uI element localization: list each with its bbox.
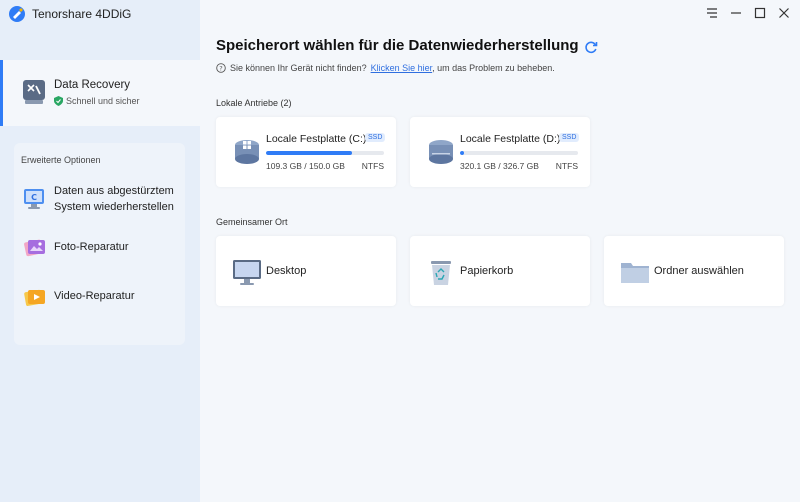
nav-system-recovery[interactable]: C Daten aus abgestürztem System wiederhe… [14,183,185,215]
app-logo-icon [9,6,25,22]
advanced-options-panel: Erweiterte Optionen C Daten aus abgestür… [14,143,185,345]
system-recovery-line1: Daten aus abgestürztem [54,185,174,197]
nav-data-recovery[interactable]: Data Recovery Schnell und sicher [0,60,200,126]
drive-filesystem: NTFS [361,161,384,171]
drive-card-d[interactable]: Locale Festplatte (D:) SSD 320.1 GB / 32… [410,117,590,187]
question-icon: ? [216,63,226,73]
windows-drive-icon [235,140,259,164]
location-desktop[interactable]: Desktop [216,236,396,306]
maximize-icon [754,7,766,19]
drive-card-c[interactable]: Locale Festplatte (C:) SSD 109.3 GB / 15… [216,117,396,187]
system-recovery-line2: System wiederherstellen [54,201,174,213]
svg-text:?: ? [219,64,222,72]
minimize-button[interactable] [727,4,745,22]
active-indicator [0,60,3,126]
recycle-bin-icon [431,261,451,285]
location-select-folder[interactable]: Ordner auswählen [604,236,784,306]
close-icon [779,8,789,18]
drive-name: Locale Festplatte (C:) [266,133,367,145]
location-recycle-bin[interactable]: Papierkorb [410,236,590,306]
svg-text:C: C [31,193,37,202]
advanced-options-heading: Erweiterte Optionen [21,155,101,165]
nav-photo-repair[interactable]: Foto-Reparatur [14,235,185,259]
app-name: Tenorshare 4DDiG [32,7,132,21]
refresh-icon[interactable] [584,40,598,54]
recovery-tools-icon [23,80,45,104]
shared-location-heading: Gemeinsamer Ort [216,217,288,227]
minimize-icon [731,12,741,14]
system-recovery-label: Daten aus abgestürztem System wiederhers… [54,183,174,215]
drive-filesystem: NTFS [555,161,578,171]
brand: Tenorshare 4DDiG [8,5,131,23]
drive-size: 320.1 GB / 326.7 GB [460,161,539,171]
drive-icon [429,140,453,164]
video-repair-label: Video-Reparatur [54,290,135,302]
ssd-badge: SSD [365,133,386,142]
local-drives-heading: Lokale Antriebe (2) [216,98,292,108]
nav-title: Data Recovery [54,79,131,91]
usage-bar [460,151,578,155]
help-suffix: , um das Problem zu beheben. [432,63,555,73]
nav-subtitle: Schnell und sicher [54,96,140,106]
page-title: Speicherort wählen für die Datenwiederhe… [216,37,579,54]
video-repair-icon [24,289,45,306]
menu-button[interactable] [703,4,721,22]
usage-bar [266,151,384,155]
help-link[interactable]: Klicken Sie hier [371,63,433,73]
sidebar: Tenorshare 4DDiG Data Recovery Schnell u… [0,0,200,502]
menu-icon [707,8,717,18]
usage-fill [266,151,353,155]
help-line: ? Sie können Ihr Gerät nicht finden? Kli… [216,63,555,73]
usage-fill [460,151,464,155]
crashed-system-icon: C [24,189,44,209]
ssd-badge: SSD [559,133,580,142]
drive-name: Locale Festplatte (D:) [460,133,561,145]
maximize-button[interactable] [751,4,769,22]
shield-check-icon [54,96,63,106]
photo-repair-label: Foto-Reparatur [54,241,129,253]
photo-repair-icon [24,239,45,257]
desktop-icon [233,260,261,285]
recycle-bin-label: Papierkorb [460,265,514,277]
select-folder-label: Ordner auswählen [654,265,744,277]
nav-video-repair[interactable]: Video-Reparatur [14,284,185,308]
help-prefix: Sie können Ihr Gerät nicht finden? [230,63,367,73]
close-button[interactable] [775,4,793,22]
nav-subtitle-text: Schnell und sicher [66,96,140,106]
desktop-label: Desktop [266,265,307,277]
folder-icon [621,263,649,283]
drive-size: 109.3 GB / 150.0 GB [266,161,345,171]
